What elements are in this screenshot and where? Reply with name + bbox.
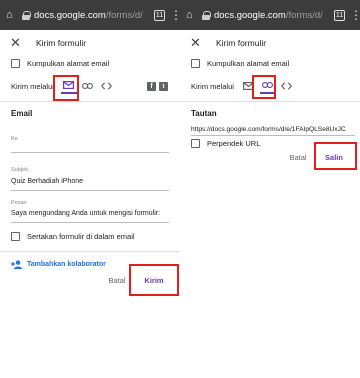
send-via-label: Kirim melalui	[191, 81, 234, 91]
url-path: /forms/d/	[285, 9, 323, 21]
include-form-label: Sertakan formulir di dalam email	[27, 232, 135, 241]
lock-icon	[22, 10, 31, 20]
url-field[interactable]: docs.google.com/forms/d/	[34, 10, 149, 21]
link-tab-highlight	[252, 75, 276, 99]
embed-icon[interactable]	[279, 78, 295, 94]
include-form-row[interactable]: Sertakan formulir di dalam email	[11, 232, 135, 241]
to-field-underline	[11, 152, 169, 153]
email-section-title: Email	[11, 109, 33, 118]
browser-url-bar: ⌂ docs.google.com/forms/d/ 11 ⋮	[0, 0, 180, 30]
facebook-icon[interactable]: f	[147, 82, 156, 91]
lock-icon	[202, 10, 211, 20]
shorten-url-label: Perpendek URL	[207, 139, 261, 148]
collect-email-label: Kumpulkan alamat email	[27, 59, 110, 68]
dialog-header: ✕ Kirim formulir	[180, 32, 360, 54]
to-field-label: Ke	[11, 136, 18, 142]
close-icon[interactable]: ✕	[190, 35, 204, 51]
divider	[0, 251, 180, 252]
collect-email-row[interactable]: Kumpulkan alamat email	[191, 59, 289, 68]
tabs-icon[interactable]: 11	[334, 9, 345, 21]
message-field-label: Pesan	[11, 200, 27, 206]
close-icon[interactable]: ✕	[10, 35, 24, 51]
message-field[interactable]: Saya mengundang Anda untuk mengisi formu…	[11, 210, 160, 217]
cancel-button[interactable]: Batal	[284, 153, 312, 162]
link-section-title: Tautan	[191, 109, 217, 118]
link-url-field[interactable]: https://docs.google.com/forms/d/e/1FAIpQ…	[191, 126, 355, 133]
divider	[180, 101, 360, 102]
dialog-title: Kirim formulir	[216, 38, 267, 48]
add-collaborators-label: Tambahkan kolaborator	[27, 261, 106, 268]
url-field[interactable]: docs.google.com/forms/d/	[214, 10, 329, 21]
tabs-icon[interactable]: 11	[154, 9, 165, 21]
subject-field-label: Subjek	[11, 167, 28, 173]
link-send-pane: ⌂ docs.google.com/forms/d/ 11 ⋮ ✕ Kirim …	[180, 0, 360, 378]
collect-email-checkbox[interactable]	[11, 59, 20, 68]
collect-email-label: Kumpulkan alamat email	[207, 59, 290, 68]
divider	[0, 101, 180, 102]
dialog-title: Kirim formulir	[36, 38, 87, 48]
email-tab-highlight	[53, 75, 79, 101]
url-path: /forms/d/	[105, 9, 143, 21]
home-icon[interactable]: ⌂	[186, 9, 200, 21]
dialog-header: ✕ Kirim formulir	[0, 32, 180, 54]
send-via-row: Kirim melalui	[191, 76, 298, 96]
send-via-label: Kirim melalui	[11, 81, 54, 91]
add-collaborators-button[interactable]: Tambahkan kolaborator	[11, 260, 106, 269]
send-button-highlight	[129, 264, 179, 296]
collect-email-checkbox[interactable]	[191, 59, 200, 68]
message-field-underline	[11, 222, 169, 223]
more-vert-icon[interactable]: ⋮	[170, 9, 180, 21]
shorten-url-checkbox[interactable]	[191, 139, 200, 148]
home-icon[interactable]: ⌂	[6, 9, 20, 21]
link-url-underline	[191, 135, 355, 136]
subject-field-underline	[11, 190, 169, 191]
copy-button-highlight	[314, 142, 357, 170]
include-form-checkbox[interactable]	[11, 232, 20, 241]
url-host: docs.google.com	[214, 9, 286, 21]
add-person-icon	[11, 260, 22, 269]
url-host: docs.google.com	[34, 9, 106, 21]
email-send-pane: ⌂ docs.google.com/forms/d/ 11 ⋮ ✕ Kirim …	[0, 0, 180, 378]
link-icon[interactable]	[80, 78, 96, 94]
shorten-url-row[interactable]: Perpendek URL	[191, 139, 260, 148]
embed-icon[interactable]	[99, 78, 115, 94]
subject-field[interactable]: Quiz Berhadiah iPhone	[11, 178, 83, 185]
cancel-button[interactable]: Batal	[103, 276, 131, 285]
browser-url-bar: ⌂ docs.google.com/forms/d/ 11 ⋮	[180, 0, 360, 30]
more-vert-icon[interactable]: ⋮	[350, 9, 360, 21]
twitter-icon[interactable]: t	[159, 82, 168, 91]
collect-email-row[interactable]: Kumpulkan alamat email	[11, 59, 109, 68]
